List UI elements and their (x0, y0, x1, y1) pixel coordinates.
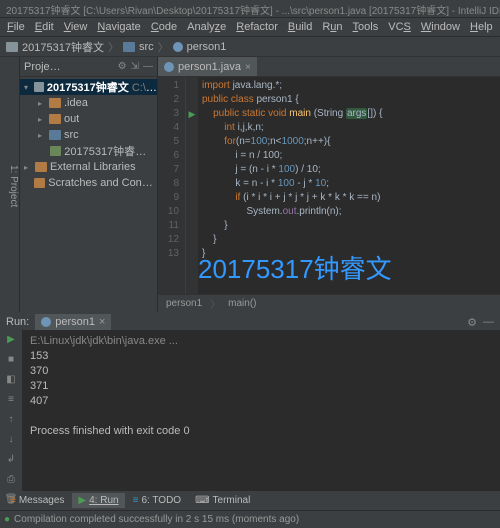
tab-todo[interactable]: ≡6: TODO (127, 493, 188, 508)
close-tab-icon[interactable]: × (245, 62, 251, 73)
folder-icon (49, 130, 61, 140)
menu-tools[interactable]: Tools (348, 19, 384, 35)
hide-panel-icon[interactable]: — (483, 316, 494, 328)
run-config-tab[interactable]: person1 × (35, 314, 111, 330)
up-icon[interactable]: ↑ (4, 414, 18, 428)
stop-icon[interactable]: ■ (4, 354, 18, 368)
src-folder-icon (123, 42, 135, 52)
menu-help[interactable]: Help (465, 19, 498, 35)
project-tree[interactable]: ▾ 20175317钟睿文 C:\Users\ ▸ .idea ▸ out ▸ … (20, 77, 157, 193)
menu-build[interactable]: Build (283, 19, 317, 35)
chevron-right-icon: 〉 (108, 39, 119, 55)
watermark-text: 20175317钟睿文 (198, 249, 392, 286)
menu-refactor[interactable]: Refactor (231, 19, 283, 35)
tree-ext-lib[interactable]: ▸ External Libraries (20, 159, 157, 175)
run-label: Run: (6, 316, 29, 328)
editor-breadcrumb[interactable]: person1 〉 main() (158, 294, 500, 312)
class-icon (164, 62, 174, 72)
console-line: 407 (30, 394, 492, 409)
settings-icon[interactable]: ⚙ (467, 316, 477, 329)
tree-iml[interactable]: 20175317钟睿文.iml (20, 143, 157, 159)
gutter-icons[interactable]: ▶ (186, 77, 198, 294)
console-output[interactable]: E:\Linux\jdk\jdk\bin\java.exe ... 153 37… (22, 330, 500, 508)
tab-messages[interactable]: ≡Messages (4, 493, 70, 508)
folder-icon (49, 114, 61, 124)
console-exit: Process finished with exit code 0 (30, 424, 492, 439)
nav-root[interactable]: 20175317钟睿文 (22, 39, 104, 55)
folder-icon (49, 98, 61, 108)
menu-view[interactable]: View (59, 19, 93, 35)
nav-file[interactable]: person1 (187, 41, 227, 53)
collapse-icon[interactable]: ⇲ (131, 61, 139, 72)
tree-scratches[interactable]: ▸ Scratches and Consoles (20, 175, 157, 191)
project-panel-header[interactable]: Proje… ⚙ ⇲ — (20, 57, 157, 77)
run-panel-header[interactable]: Run: person1 × ⚙ — (0, 314, 500, 330)
tree-idea[interactable]: ▸ .idea (20, 95, 157, 111)
library-icon (35, 162, 47, 172)
class-file-icon (173, 42, 183, 52)
menu-navigate[interactable]: Navigate (92, 19, 145, 35)
print-icon[interactable]: ⎙ (4, 474, 18, 488)
console-line: 371 (30, 379, 492, 394)
menu-vcs[interactable]: VCS (383, 19, 416, 35)
tab-terminal[interactable]: ⌨Terminal (189, 493, 256, 508)
iml-file-icon (50, 146, 61, 156)
project-panel[interactable]: Proje… ⚙ ⇲ — ▾ 20175317钟睿文 C:\Users\ ▸ .… (20, 57, 158, 312)
pin-icon[interactable]: ≡ (4, 394, 18, 408)
menu-code[interactable]: Code (146, 19, 182, 35)
layout-icon[interactable]: ◧ (4, 374, 18, 388)
tree-out[interactable]: ▸ out (20, 111, 157, 127)
breadcrumb-method[interactable]: main() (228, 298, 256, 309)
expand-arrow-icon[interactable]: ▾ (24, 83, 31, 92)
collapse-arrow-icon[interactable]: ▸ (38, 99, 46, 108)
editor-tab-person1[interactable]: person1.java × (158, 57, 257, 76)
left-tool-strip[interactable]: 1: Project (0, 57, 20, 312)
project-folder-icon (6, 42, 18, 52)
nav-folder[interactable]: src (139, 41, 154, 53)
menu-analyze[interactable]: Analyze (182, 19, 231, 35)
line-numbers: 12345678910111213 (158, 77, 186, 294)
navigation-bar[interactable]: 20175317钟睿文 〉 src 〉 person1 (0, 37, 500, 57)
tab-run[interactable]: ▶4: Run (72, 493, 124, 508)
window-title-bar: 20175317钟睿文 [C:\Users\Rivan\Desktop\2017… (0, 0, 500, 18)
window-title: 20175317钟睿文 [C:\Users\Rivan\Desktop\2017… (6, 6, 500, 17)
status-message: Compilation completed successfully in 2 … (14, 514, 299, 525)
run-gutter-icon[interactable]: ▶ (186, 107, 198, 121)
scratches-icon (34, 178, 45, 188)
status-bar: ● Compilation completed successfully in … (0, 510, 500, 528)
collapse-arrow-icon[interactable]: ▸ (24, 163, 32, 172)
console-line: 153 (30, 349, 492, 364)
down-icon[interactable]: ↓ (4, 434, 18, 448)
project-tool-button[interactable]: 1: Project (8, 165, 19, 207)
hide-icon[interactable]: — (143, 61, 153, 72)
tree-root[interactable]: ▾ 20175317钟睿文 C:\Users\ (20, 79, 157, 95)
console-line: 370 (30, 364, 492, 379)
wrap-icon[interactable]: ↲ (4, 454, 18, 468)
menu-window[interactable]: Window (416, 19, 465, 35)
project-panel-title: Proje… (24, 61, 114, 73)
main-menu[interactable]: File Edit View Navigate Code Analyze Ref… (0, 18, 500, 37)
menu-edit[interactable]: Edit (30, 19, 59, 35)
status-ok-icon: ● (4, 514, 10, 525)
rerun-icon[interactable]: ▶ (4, 334, 18, 348)
collapse-arrow-icon[interactable]: ▸ (38, 131, 46, 140)
chevron-right-icon: 〉 (158, 39, 169, 55)
editor-tab-label: person1.java (178, 61, 241, 73)
folder-icon (34, 82, 44, 92)
run-toolbar[interactable]: ▶ ■ ◧ ≡ ↑ ↓ ↲ ⎙ 🗑 (0, 330, 22, 508)
console-command: E:\Linux\jdk\jdk\bin\java.exe ... (30, 334, 492, 349)
menu-run[interactable]: Run (317, 19, 347, 35)
tree-src[interactable]: ▸ src (20, 127, 157, 143)
editor-tabs[interactable]: person1.java × (158, 57, 500, 77)
editor[interactable]: person1.java × 12345678910111213 ▶ impor… (158, 57, 500, 312)
class-icon (41, 317, 51, 327)
collapse-arrow-icon[interactable]: ▸ (38, 115, 46, 124)
menu-file[interactable]: File (2, 19, 30, 35)
breadcrumb-class[interactable]: person1 (166, 298, 202, 309)
gear-icon[interactable]: ⚙ (118, 61, 127, 72)
run-panel[interactable]: Run: person1 × ⚙ — ▶ ■ ◧ ≡ ↑ ↓ ↲ ⎙ 🗑 E:\… (0, 312, 500, 490)
close-icon[interactable]: × (99, 316, 105, 328)
